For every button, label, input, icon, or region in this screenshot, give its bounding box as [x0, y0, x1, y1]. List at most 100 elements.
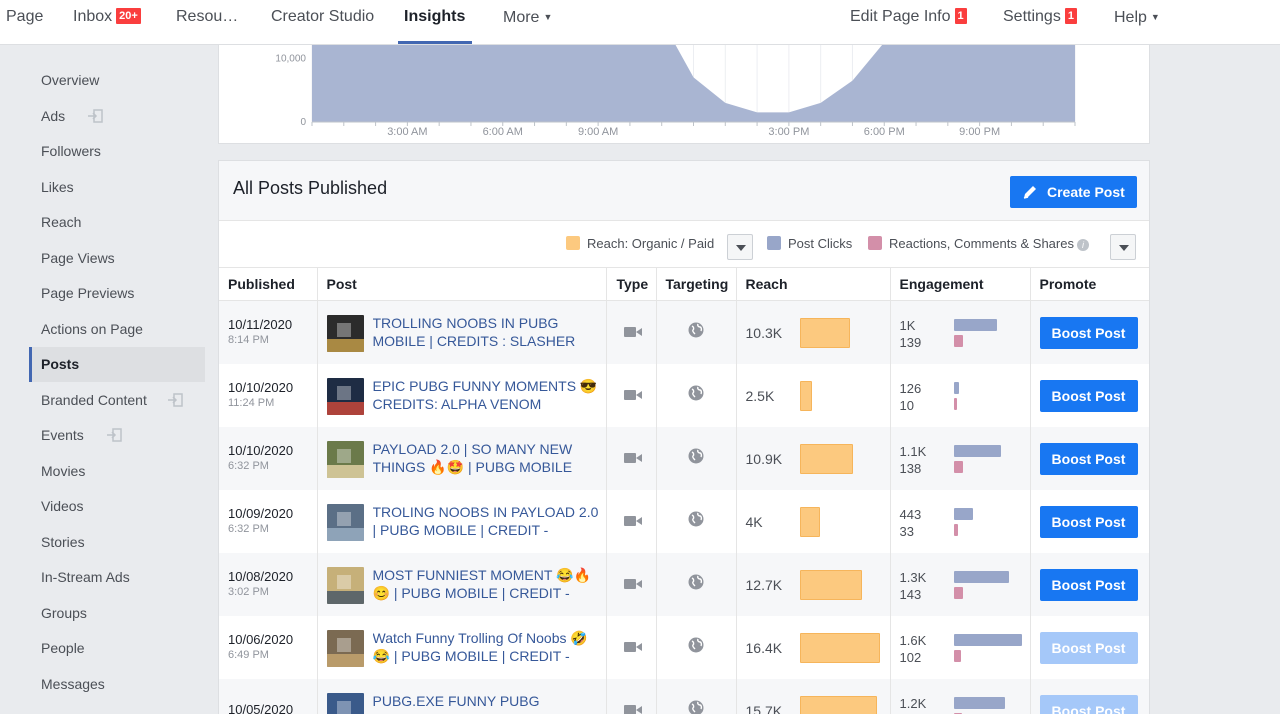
reactions-value: 143: [899, 586, 922, 602]
type-cell: [606, 300, 657, 364]
sidebar-item-page-views[interactable]: Page Views: [29, 241, 205, 276]
post-title-link[interactable]: Watch Funny Trolling Of Noobs 🤣😂 | PUBG …: [373, 629, 601, 665]
sidebar-item-events[interactable]: Events: [29, 418, 205, 453]
post-thumbnail[interactable]: [326, 566, 364, 604]
table-row[interactable]: 10/11/2020 8:14 PM TROLLING NOOBS IN PUBG …: [219, 300, 1149, 364]
info-icon[interactable]: i: [1076, 239, 1089, 251]
nav-help[interactable]: Help ▼: [1114, 0, 1160, 45]
engagement-dropdown-button[interactable]: [1110, 234, 1136, 260]
sidebar-item-likes[interactable]: Likes: [29, 170, 205, 205]
chart-x-tick-label: 9:00 AM: [578, 126, 618, 138]
sidebar-item-posts[interactable]: Posts: [29, 347, 205, 382]
engagement-cell: 1.6K 102: [890, 615, 1031, 679]
nav-edit-page-info[interactable]: Edit Page Info 1: [850, 0, 968, 45]
published-date: 10/10/2020: [228, 443, 294, 458]
sidebar-item-overview[interactable]: Overview: [29, 63, 205, 98]
table-row[interactable]: 10/06/2020 6:49 PM Watch Funny Trolling Of…: [219, 615, 1149, 679]
col-reach[interactable]: Reach: [736, 267, 891, 301]
post-thumbnail[interactable]: [326, 315, 364, 352]
post-cell: EPIC PUBG FUNNY MOMENTS 😎 CREDITS: ALPHA…: [317, 363, 607, 427]
sidebar-item-followers[interactable]: Followers: [29, 134, 205, 169]
table-row[interactable]: 10/09/2020 6:32 PM TROLING NOOBS IN PAYLOA…: [219, 489, 1149, 553]
col-engagement[interactable]: Engagement: [890, 267, 1031, 301]
nav-inbox[interactable]: Inbox 20+: [73, 0, 142, 45]
boost-post-button[interactable]: Boost Post: [1039, 317, 1138, 349]
chart-x-tick-label: 9:00 PM: [959, 126, 1000, 138]
sidebar-item-stories[interactable]: Stories: [29, 525, 205, 560]
video-icon: [623, 704, 642, 714]
post-thumbnail[interactable]: [326, 503, 364, 541]
table-row[interactable]: 10/08/2020 3:02 PM MOST FUNNIEST MOMENT 😂🔥…: [219, 552, 1149, 616]
post-thumbnail[interactable]: [326, 692, 364, 714]
engagement-values: 1.2K: [900, 695, 927, 712]
post-title-link[interactable]: TROLING NOOBS IN PAYLOAD 2.0 | PUBG MOBI…: [373, 503, 601, 539]
boost-post-button[interactable]: Boost Post: [1039, 379, 1138, 412]
reach-dropdown-button[interactable]: [727, 234, 753, 260]
sidebar-item-people[interactable]: People: [29, 631, 205, 666]
post-clicks-bar: [953, 570, 1009, 583]
sidebar-item-reach[interactable]: Reach: [29, 205, 205, 240]
globe-icon: [688, 511, 703, 526]
published-cell: 10/11/2020 8:14 PM: [219, 300, 318, 364]
boost-post-button[interactable]: Boost Post: [1039, 631, 1138, 664]
nav-page[interactable]: Page: [6, 0, 43, 45]
create-post-button[interactable]: Create Post: [1010, 176, 1137, 208]
sidebar-item-actions-on-page[interactable]: Actions on Page: [29, 312, 205, 347]
post-cell: PAYLOAD 2.0 | SO MANY NEW THINGS 🔥🤩 | PU…: [317, 426, 607, 490]
engagement-values: 1.3K 143: [900, 569, 927, 603]
col-post[interactable]: Post: [317, 267, 607, 301]
nav-creator-studio[interactable]: Creator Studio: [271, 0, 374, 45]
targeting-cell: [656, 615, 737, 679]
reactions-value: 102: [899, 649, 922, 665]
boost-post-button[interactable]: Boost Post: [1039, 442, 1138, 475]
nav-insights[interactable]: Insights: [404, 0, 465, 45]
published-date: 10/09/2020: [228, 506, 294, 521]
globe-icon: [688, 637, 703, 652]
sidebar-item-in-stream-ads[interactable]: In-Stream Ads: [29, 560, 205, 595]
sidebar-item-ads[interactable]: Ads: [29, 99, 205, 134]
type-cell: [606, 552, 657, 616]
sidebar-item-label: Reach: [41, 214, 82, 230]
post-title-link[interactable]: PAYLOAD 2.0 | SO MANY NEW THINGS 🔥🤩 | PU…: [373, 440, 601, 476]
top-navigation: Page Inbox 20+ Resou… Creator Studio Insi…: [0, 0, 1280, 45]
post-title-link[interactable]: MOST FUNNIEST MOMENT 😂🔥😊 | PUBG MOBILE |…: [373, 566, 601, 602]
boost-post-button[interactable]: Boost Post: [1039, 505, 1138, 538]
post-thumbnail[interactable]: [326, 629, 364, 667]
published-cell: 10/10/2020 6:32 PM: [219, 426, 318, 490]
reach-cell: 15.7K: [736, 678, 891, 714]
nav-settings[interactable]: Settings 1: [1003, 0, 1078, 45]
published-cell: 10/08/2020 3:02 PM: [219, 552, 318, 616]
promote-cell: Boost Post: [1030, 426, 1149, 490]
published-time: 6:32 PM: [228, 523, 269, 535]
table-row[interactable]: 10/10/2020 6:32 PM PAYLOAD 2.0 | SO MANY N…: [219, 426, 1149, 490]
sidebar-item-messages[interactable]: Messages: [29, 667, 205, 702]
sidebar-item-videos[interactable]: Videos: [29, 489, 205, 524]
nav-resources[interactable]: Resou…: [176, 0, 238, 45]
type-cell: [606, 489, 657, 553]
boost-post-button[interactable]: Boost Post: [1039, 694, 1138, 714]
reactions-bar: [953, 523, 958, 536]
post-clicks-bar: [953, 633, 1022, 646]
col-promote[interactable]: Promote: [1030, 267, 1149, 301]
nav-more[interactable]: More ▼: [503, 0, 552, 45]
boost-post-button[interactable]: Boost Post: [1039, 568, 1138, 601]
reach-value: 2.5K: [745, 387, 775, 404]
table-row[interactable]: 10/05/2020 PUBG.EXE FUNNY PUBG 15.7K 1.2K Bo…: [219, 678, 1149, 714]
video-icon: [623, 515, 642, 526]
video-icon: [623, 452, 642, 463]
post-title-link[interactable]: TROLLING NOOBS IN PUBG MOBILE | CREDITS …: [373, 314, 601, 350]
targeting-cell: [656, 552, 737, 616]
sidebar-item-page-previews[interactable]: Page Previews: [29, 276, 205, 311]
sidebar-item-groups[interactable]: Groups: [29, 596, 205, 631]
post-thumbnail[interactable]: [326, 440, 364, 478]
post-title-link[interactable]: PUBG.EXE FUNNY PUBG: [373, 692, 601, 714]
post-thumbnail[interactable]: [326, 377, 364, 415]
col-published[interactable]: Published: [219, 267, 318, 301]
sidebar-item-movies[interactable]: Movies: [29, 454, 205, 489]
col-targeting[interactable]: Targeting: [656, 267, 737, 301]
table-row[interactable]: 10/10/2020 11:24 PM EPIC PUBG FUNNY MOMENT…: [219, 363, 1149, 427]
reactions-swatch: [868, 236, 882, 250]
col-type[interactable]: Type: [606, 267, 657, 301]
post-title-link[interactable]: EPIC PUBG FUNNY MOMENTS 😎 CREDITS: ALPHA…: [373, 377, 601, 413]
sidebar-item-branded-content[interactable]: Branded Content: [29, 383, 205, 418]
